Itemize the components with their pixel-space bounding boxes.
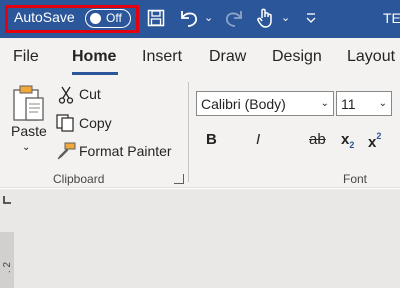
save-icon[interactable] <box>145 6 167 30</box>
bold-button[interactable]: B <box>206 131 217 148</box>
vertical-ruler <box>0 232 14 288</box>
customize-qat-icon[interactable] <box>302 6 320 30</box>
touch-mode-icon[interactable] <box>253 6 277 30</box>
redo-icon <box>222 6 246 30</box>
font-family-dropdown-icon[interactable]: ⌄ <box>321 98 329 109</box>
scissors-icon[interactable] <box>58 86 74 109</box>
tab-draw[interactable]: Draw <box>209 48 246 66</box>
paste-button[interactable]: Paste <box>11 123 47 139</box>
font-family-value: Calibri (Body) <box>201 96 286 112</box>
autosave-label: AutoSave <box>14 9 75 25</box>
touch-mode-dropdown-icon[interactable]: ⌄ <box>281 11 290 24</box>
superscript-button[interactable]: x2 <box>368 131 381 151</box>
cut-button[interactable]: Cut <box>79 86 101 102</box>
font-group-label: Font <box>343 172 368 186</box>
strikethrough-button[interactable]: ab <box>309 131 326 148</box>
clipboard-dialog-launcher-icon[interactable] <box>174 174 184 184</box>
undo-icon[interactable] <box>177 6 201 30</box>
copy-icon[interactable] <box>56 114 76 137</box>
subscript-button[interactable]: x2 <box>341 131 354 150</box>
font-size-dropdown-icon[interactable]: ⌄ <box>379 98 387 109</box>
vertical-ruler-marker: . 2 <box>2 261 14 274</box>
tab-layout[interactable]: Layout <box>347 48 395 66</box>
title-bar: AutoSave Off ⌄ ⌄ TE <box>0 0 400 38</box>
font-family-select[interactable]: Calibri (Body) ⌄ <box>196 91 334 116</box>
undo-dropdown-icon[interactable]: ⌄ <box>204 11 213 24</box>
superscript-mark: 2 <box>376 131 382 141</box>
toggle-knob <box>90 13 101 24</box>
format-painter-icon[interactable] <box>56 142 76 165</box>
tab-selector-icon[interactable] <box>0 193 14 207</box>
tab-file[interactable]: File <box>13 48 39 66</box>
active-tab-indicator <box>72 72 118 75</box>
tab-design[interactable]: Design <box>272 48 322 66</box>
format-painter-button[interactable]: Format Painter <box>79 143 172 159</box>
clipboard-group-label: Clipboard <box>53 172 105 186</box>
autosave-toggle[interactable]: Off <box>85 9 131 28</box>
ribbon-tabs: File Home Insert Draw Design Layout <box>0 38 400 76</box>
paste-dropdown-icon[interactable]: ⌄ <box>22 142 30 153</box>
group-separator <box>188 82 189 182</box>
font-size-value: 11 <box>341 96 356 112</box>
document-area <box>0 189 400 288</box>
document-title: TE <box>383 10 400 26</box>
tab-home[interactable]: Home <box>72 48 116 66</box>
copy-button[interactable]: Copy <box>79 115 112 131</box>
tab-insert[interactable]: Insert <box>142 48 182 66</box>
italic-button[interactable]: I <box>256 131 260 148</box>
autosave-state: Off <box>106 11 122 25</box>
font-size-select[interactable]: 11 ⌄ <box>336 91 392 116</box>
subscript-mark: 2 <box>349 140 355 150</box>
